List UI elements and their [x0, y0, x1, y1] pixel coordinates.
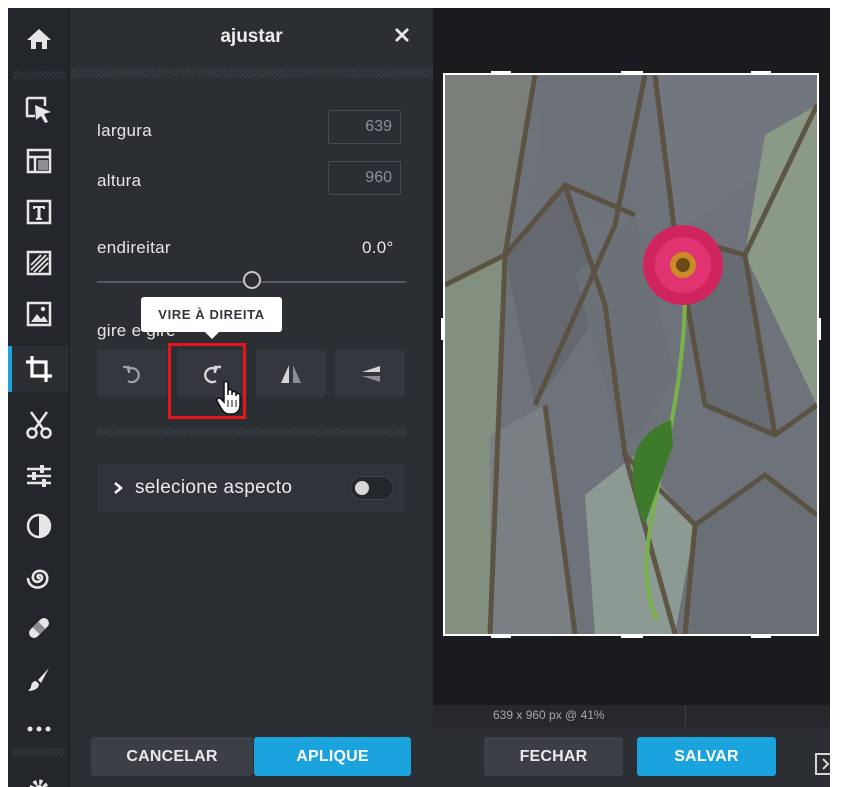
rotate-right-tooltip: VIRE À DIREITA [141, 297, 282, 339]
panel-header: ajustar [70, 8, 433, 68]
flip-horizontal-icon [281, 364, 301, 383]
rail-divider [12, 71, 65, 79]
canvas-area [433, 8, 830, 728]
status-divider [685, 705, 686, 727]
cut-icon[interactable] [8, 402, 69, 448]
aspect-label: selecione aspecto [135, 477, 293, 498]
contrast-icon[interactable] [8, 503, 69, 549]
straighten-value: 0.0° [362, 238, 394, 257]
bottom-bar: FECHAR SALVAR [433, 727, 830, 787]
swirl-icon[interactable] [8, 554, 69, 600]
height-input[interactable]: 960 [328, 161, 401, 195]
cancel-button[interactable]: CANCELAR [91, 737, 253, 776]
layout-icon[interactable] [8, 138, 69, 184]
photo-crop-area[interactable] [443, 73, 819, 636]
image-size-status: 639 x 960 px @ 41% [493, 708, 605, 722]
crop-handle[interactable] [751, 634, 771, 638]
texture-icon[interactable] [8, 240, 69, 286]
aspect-toggle[interactable] [350, 476, 394, 500]
height-label: altura [97, 171, 142, 190]
save-button[interactable]: SALVAR [637, 737, 776, 776]
crop-handle[interactable] [491, 634, 511, 638]
editor-window: ajustar largura 639 altura 960 endireita… [8, 8, 830, 787]
crop-handle[interactable] [621, 71, 643, 75]
crop-handle[interactable] [441, 318, 445, 340]
expand-panel-icon[interactable] [815, 753, 830, 775]
home-icon[interactable] [8, 16, 69, 62]
flip-horizontal-button[interactable] [256, 350, 326, 397]
more-icon[interactable] [8, 706, 69, 752]
straighten-label: endireitar [97, 238, 171, 257]
straighten-slider-knob[interactable] [242, 271, 261, 289]
width-label: largura [97, 121, 153, 140]
photo-flower-on-pavement [445, 75, 817, 634]
select-icon[interactable] [8, 87, 69, 133]
rotate-left-button[interactable] [97, 350, 167, 397]
hand-cursor-icon [216, 380, 241, 415]
close-icon[interactable] [390, 22, 414, 48]
width-input[interactable]: 639 [328, 110, 401, 144]
flip-vertical-icon [362, 365, 380, 382]
brush-icon[interactable] [8, 656, 69, 702]
flip-vertical-button[interactable] [335, 350, 405, 397]
crop-handle[interactable] [491, 71, 511, 75]
rail-divider [12, 748, 65, 756]
status-bar: 639 x 960 px @ 41% [433, 705, 830, 727]
crop-handle[interactable] [817, 318, 821, 340]
text-icon[interactable] [8, 189, 69, 235]
panel-title: ajustar [220, 26, 283, 47]
toggle-knob [355, 481, 369, 495]
header-divider [70, 69, 433, 78]
bandage-icon[interactable] [8, 605, 69, 651]
adjust-icon[interactable] [8, 453, 69, 499]
chevron-right-icon [114, 482, 123, 494]
rotate-left-icon [123, 365, 140, 383]
adjust-panel: ajustar largura 639 altura 960 endireita… [70, 8, 433, 787]
apply-button[interactable]: APLIQUE [254, 737, 411, 776]
section-divider [97, 427, 406, 436]
crop-handle[interactable] [621, 634, 643, 638]
crop-handle[interactable] [751, 71, 771, 75]
crop-icon[interactable] [8, 346, 69, 392]
close-button[interactable]: FECHAR [484, 737, 623, 776]
tool-rail [8, 8, 70, 787]
image-icon[interactable] [8, 291, 69, 337]
select-aspect-row[interactable]: selecione aspecto [97, 464, 404, 512]
settings-icon[interactable] [8, 766, 69, 787]
